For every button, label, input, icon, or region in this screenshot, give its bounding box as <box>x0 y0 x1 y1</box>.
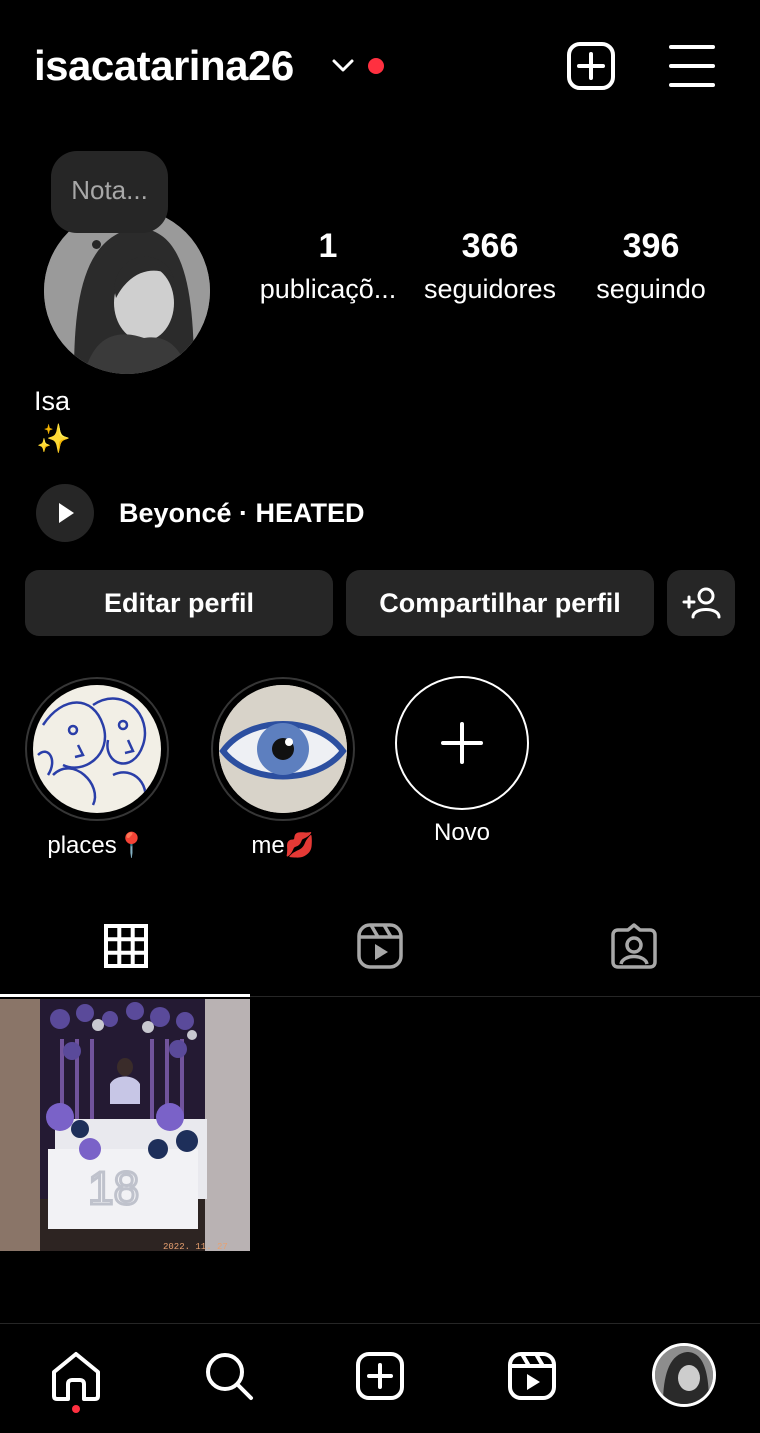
stat-followers[interactable]: 366 seguidores <box>414 226 566 306</box>
create-icon[interactable] <box>566 41 616 91</box>
new-highlight-button[interactable] <box>395 676 529 810</box>
profile-tab-avatar-image <box>655 1346 713 1404</box>
highlight-me-label: me💋 <box>251 832 315 859</box>
music-play-button[interactable] <box>36 484 94 542</box>
svg-text:18: 18 <box>88 1162 139 1214</box>
stat-posts-number: 1 <box>318 227 338 265</box>
highlight-places[interactable] <box>25 677 169 821</box>
play-icon <box>59 503 74 523</box>
stat-posts[interactable]: 1 publicaçõ... <box>252 226 404 306</box>
note-bubble-tail <box>92 240 101 249</box>
highlight-me[interactable] <box>211 677 355 821</box>
profile-bio: ✨ <box>36 423 71 454</box>
stat-following-number: 396 <box>622 227 680 265</box>
edit-profile-button[interactable]: Editar perfil <box>25 570 333 636</box>
post-image: 18 2022. 11. 27 <box>0 999 250 1251</box>
add-person-icon <box>682 587 721 619</box>
discover-people-button[interactable] <box>667 570 735 636</box>
reels-icon[interactable] <box>506 1350 558 1402</box>
note-bubble[interactable]: Nota... <box>51 151 168 233</box>
highlight-places-label: places📍 <box>47 832 147 859</box>
new-highlight-label: Novo <box>433 819 491 846</box>
menu-icon[interactable] <box>667 41 717 91</box>
grid-icon[interactable] <box>104 924 148 968</box>
stat-posts-label: publicaçõ... <box>259 274 397 304</box>
plus-icon <box>441 722 483 764</box>
stat-followers-number: 366 <box>461 227 519 265</box>
tagged-tab-icon[interactable] <box>610 922 658 970</box>
profile-tab-avatar[interactable] <box>652 1343 716 1407</box>
profile-username[interactable]: isacatarina26 <box>34 40 294 92</box>
home-icon[interactable] <box>50 1350 102 1402</box>
bottom-nav-divider <box>0 1323 760 1324</box>
note-placeholder: Nota... <box>71 175 148 205</box>
new-post-icon[interactable] <box>354 1350 406 1402</box>
notification-dot <box>368 58 384 74</box>
stat-followers-label: seguidores <box>423 274 557 304</box>
highlight-places-cover <box>37 697 147 811</box>
share-profile-button[interactable]: Compartilhar perfil <box>346 570 654 636</box>
profile-name: Isa <box>34 386 71 416</box>
highlight-me-cover <box>219 685 347 813</box>
chevron-down-icon[interactable] <box>330 52 356 78</box>
profile-music[interactable]: Beyoncé · HEATED <box>119 496 365 530</box>
search-icon[interactable] <box>203 1350 255 1402</box>
active-tab-indicator <box>0 994 250 997</box>
stat-following-label: seguindo <box>596 274 706 304</box>
post-thumbnail[interactable]: 18 2022. 11. 27 <box>0 999 250 1251</box>
stat-following[interactable]: 396 seguindo <box>576 226 726 306</box>
post-date-stamp: 2022. 11. 27 <box>163 1242 228 1251</box>
home-notification-dot <box>72 1405 80 1413</box>
reels-tab-icon[interactable] <box>356 922 404 970</box>
